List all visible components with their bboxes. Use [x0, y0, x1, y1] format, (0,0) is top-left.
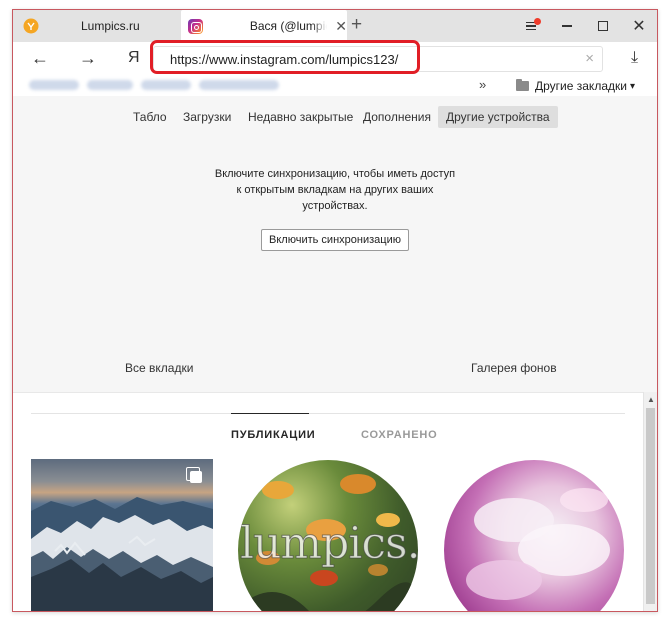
instagram-page: ПУБЛИКАЦИИ СОХРАНЕНО lumpics	[13, 392, 643, 611]
menu-icon[interactable]	[513, 10, 549, 42]
folder-icon	[516, 79, 529, 91]
active-tab-indicator	[231, 413, 309, 414]
post-mushrooms-image[interactable]: lumpics.ru	[237, 459, 419, 611]
minimize-button[interactable]	[549, 10, 585, 42]
download-icon[interactable]: ⤓	[631, 49, 638, 67]
url-highlight	[150, 40, 420, 74]
chevron-down-icon: ▾	[629, 80, 635, 92]
close-window-button[interactable]: ✕	[621, 10, 657, 42]
other-bookmarks-folder[interactable]: Другие закладки ▾	[516, 79, 635, 93]
browser-window: Lumpics.ru Вася (@lumpics ✕ + ✕ ← → Я ht…	[12, 9, 658, 612]
tab-publications[interactable]: ПУБЛИКАЦИИ	[231, 429, 316, 441]
enable-sync-button[interactable]: Включить синхронизацию	[261, 229, 409, 251]
clouds-photo	[444, 460, 624, 611]
nav-recently-closed[interactable]: Недавно закрытые	[240, 106, 361, 128]
scroll-thumb[interactable]	[646, 408, 655, 604]
sync-message: Включите синхронизацию, чтобы иметь дост…	[214, 168, 456, 212]
nav-tablo[interactable]: Табло	[125, 106, 175, 128]
clear-icon[interactable]: ×	[585, 50, 594, 67]
bookmarks-more-icon[interactable]: »	[479, 77, 486, 92]
all-tabs-link[interactable]: Все вкладки	[125, 361, 193, 375]
mushroom-photo: lumpics.ru	[238, 460, 418, 611]
window-controls: ✕	[513, 10, 657, 42]
new-tab-button[interactable]: +	[351, 15, 362, 35]
watermark-text: lumpics.ru	[240, 518, 418, 570]
scroll-up-icon[interactable]: ▲	[647, 395, 655, 404]
minimize-icon	[562, 25, 572, 27]
tab-instagram[interactable]: Вася (@lumpics ✕	[181, 10, 347, 42]
tab-strip: Lumpics.ru Вася (@lumpics ✕ + ✕	[13, 10, 657, 42]
new-tab-page: Табло Загрузки Недавно закрытые Дополнен…	[13, 96, 657, 611]
scrollbar[interactable]: ▲	[643, 392, 657, 611]
forward-button[interactable]: →	[79, 48, 97, 69]
divider	[31, 413, 625, 414]
folder-label: Другие закладки	[535, 79, 627, 93]
blurred-bookmark[interactable]	[87, 80, 133, 90]
blurred-bookmark[interactable]	[199, 80, 279, 90]
blurred-bookmark[interactable]	[29, 80, 79, 90]
gallery-link[interactable]: Галерея фонов	[471, 361, 557, 375]
nav-other-devices[interactable]: Другие устройства	[438, 106, 558, 128]
blurred-bookmark[interactable]	[141, 80, 191, 90]
tab-lumpics[interactable]: Lumpics.ru	[13, 10, 181, 42]
instagram-icon	[188, 18, 203, 34]
notification-dot	[534, 18, 541, 25]
nav-extensions[interactable]: Дополнения	[355, 106, 439, 128]
maximize-icon	[598, 21, 608, 31]
tab-title: Lumpics.ru	[81, 19, 140, 33]
multiple-images-icon	[186, 467, 203, 484]
tab-close-icon[interactable]: ✕	[335, 18, 347, 35]
bookmarks-bar: » Другие закладки ▾	[13, 76, 657, 96]
tab-title: Вася (@lumpics	[249, 19, 327, 33]
nav-downloads[interactable]: Загрузки	[175, 106, 239, 128]
post-mountain-image[interactable]	[31, 459, 213, 611]
yandex-icon	[23, 18, 39, 34]
yandex-button[interactable]: Я	[128, 49, 140, 67]
new-tab-nav: Табло Загрузки Недавно закрытые Дополнен…	[13, 106, 657, 128]
tab-saved[interactable]: СОХРАНЕНО	[361, 429, 437, 441]
back-button[interactable]: ←	[31, 48, 49, 69]
post-clouds-image[interactable]	[443, 459, 625, 611]
maximize-button[interactable]	[585, 10, 621, 42]
